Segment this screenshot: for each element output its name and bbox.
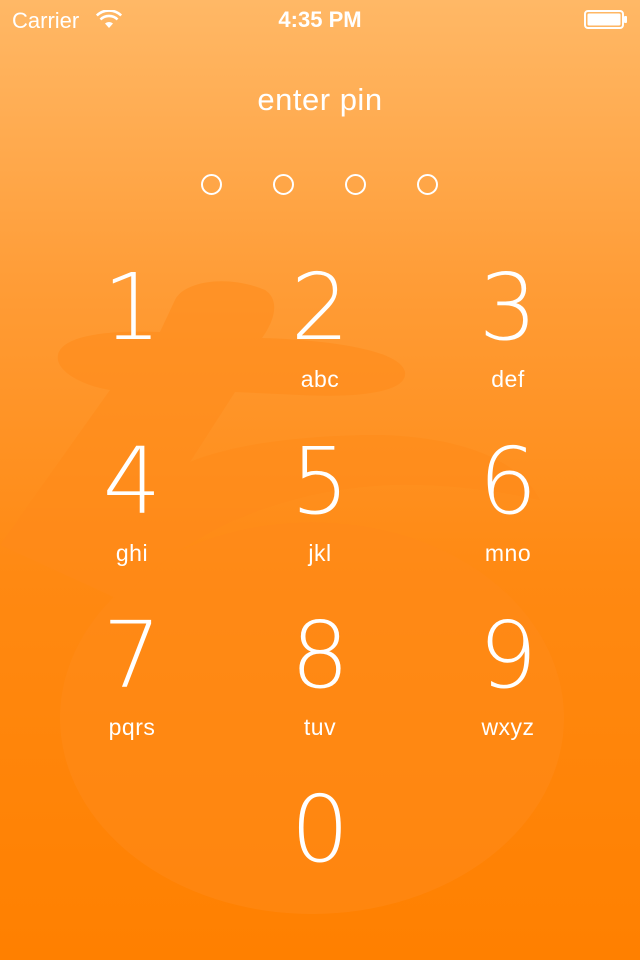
key-digit: 2: [290, 254, 350, 361]
key-digit: 1: [102, 254, 162, 361]
key-digit: 6: [478, 428, 538, 535]
key-7[interactable]: 7 pqrs: [57, 610, 207, 750]
key-2[interactable]: 2 abc: [245, 262, 395, 402]
key-letters: jkl: [308, 540, 332, 566]
key-digit: 4: [102, 428, 162, 535]
key-letters: def: [491, 366, 525, 392]
key-letters: tuv: [303, 714, 337, 740]
key-6[interactable]: 6 mno: [433, 436, 583, 576]
key-letters: wxyz: [481, 714, 535, 740]
key-digit: 9: [478, 602, 538, 709]
key-digit: 0: [290, 776, 350, 883]
key-9[interactable]: 9 wxyz: [433, 610, 583, 750]
key-digit: 7: [102, 602, 162, 709]
key-letters: mno: [484, 540, 532, 566]
keypad: 1 2 abc 3 def 4 ghi 5 jkl 6 mno 7 pqrs 8…: [0, 0, 640, 960]
key-3[interactable]: 3 def: [433, 262, 583, 402]
key-5[interactable]: 5 jkl: [245, 436, 395, 576]
key-digit: 3: [478, 254, 538, 361]
key-0[interactable]: 0: [245, 784, 395, 924]
key-letters: ghi: [115, 540, 149, 566]
key-digit: 5: [290, 428, 350, 535]
key-8[interactable]: 8 tuv: [245, 610, 395, 750]
key-letters: abc: [300, 366, 340, 392]
key-1[interactable]: 1: [57, 262, 207, 402]
key-letters: pqrs: [108, 714, 156, 740]
key-digit: 8: [290, 602, 350, 709]
key-4[interactable]: 4 ghi: [57, 436, 207, 576]
